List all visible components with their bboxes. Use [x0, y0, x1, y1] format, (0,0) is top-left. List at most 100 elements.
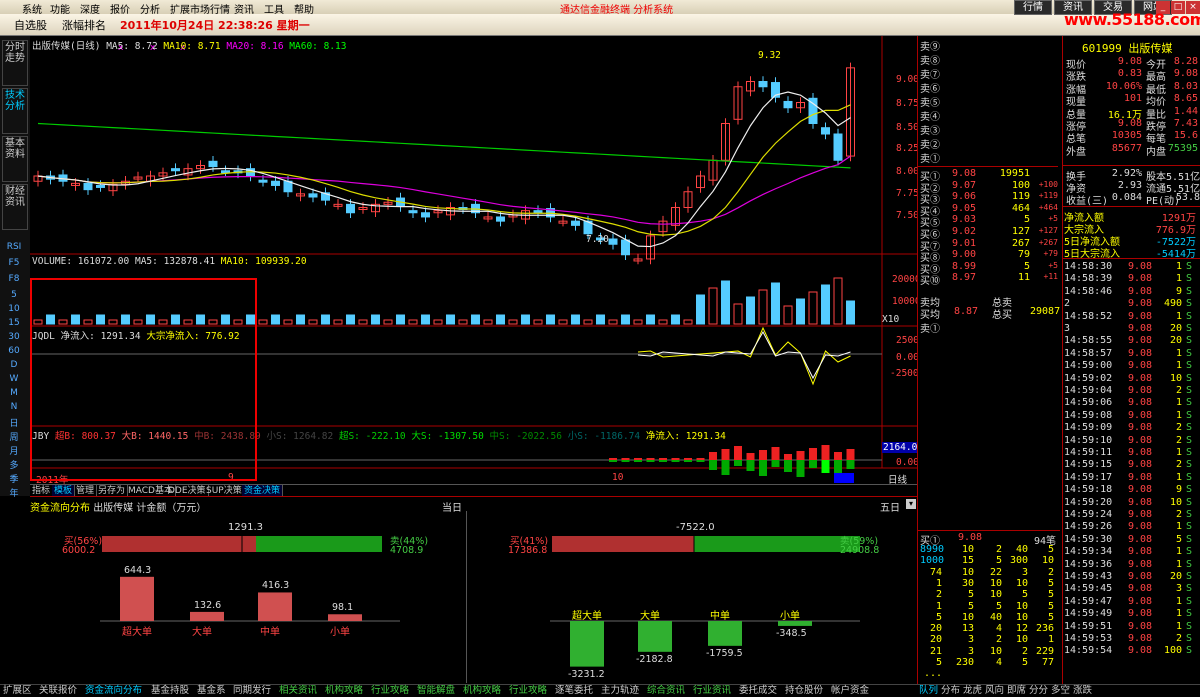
bottom-tab[interactable]: 同期发行	[232, 685, 278, 697]
queue-cell: 12	[1015, 623, 1028, 635]
jby-buy-bar	[809, 448, 817, 460]
period-icon[interactable]: 30	[2, 332, 26, 346]
jby-buy-bar	[709, 452, 717, 460]
queue-cell: 10	[961, 566, 974, 578]
jby-sell-bar	[659, 460, 667, 462]
right-tab[interactable]: 即席	[1006, 685, 1028, 697]
period-icon[interactable]: 周	[2, 430, 26, 444]
queue-cell: 30	[961, 577, 974, 589]
tick-time: 14:59:09	[1064, 422, 1113, 434]
period-icon[interactable]: 10	[2, 304, 26, 318]
period-icon[interactable]: RSI	[2, 242, 26, 256]
left-flow-label: 大单	[192, 627, 212, 638]
period-icon[interactable]: M	[2, 388, 26, 402]
period-icon[interactable]: 15	[2, 318, 26, 332]
tick-price: 9.08	[1128, 558, 1153, 570]
bottom-tab[interactable]: 委托成交	[738, 685, 784, 697]
bottom-tab[interactable]: 机构攻略	[462, 685, 508, 697]
bottom-tab[interactable]: 扩展区	[2, 685, 38, 697]
tick-price: 9.08	[1128, 335, 1153, 347]
right-tab[interactable]: 分布	[940, 685, 962, 697]
buy-price: 9.08	[952, 168, 977, 179]
tick-price: 9.08	[1128, 645, 1153, 657]
right-tab[interactable]: 队列	[918, 685, 940, 697]
bottom-tab[interactable]: 综合资讯	[646, 685, 692, 697]
sell-level: 卖②	[920, 140, 940, 151]
volume-bar	[746, 296, 755, 325]
ma60-legend: MA60: 8.13	[289, 41, 347, 52]
bottom-tab[interactable]: 机构攻略	[324, 685, 370, 697]
volume-bar	[308, 319, 318, 325]
sell-level: 卖⑥	[920, 84, 940, 95]
period-icon[interactable]: N	[2, 402, 26, 416]
tick-time: 14:59:04	[1064, 385, 1113, 396]
vtab-technical[interactable]: 技术分析	[2, 88, 28, 134]
total-value: 29087	[1030, 306, 1061, 317]
period-icon[interactable]: 月	[2, 444, 26, 458]
quote-value: 7.43	[1173, 118, 1198, 129]
left-flow-bar	[120, 576, 154, 621]
bottom-tab[interactable]: 智能解盘	[416, 685, 462, 697]
period-icon[interactable]: W	[2, 374, 26, 388]
tick-price: 9.08	[1128, 571, 1153, 582]
ma10-legend: MA10: 8.71	[163, 41, 221, 52]
right-tab[interactable]: 龙虎	[962, 685, 984, 697]
right-flow-label: 大单	[640, 611, 660, 622]
period-icon[interactable]: 60	[2, 346, 26, 360]
period-icon[interactable]: 多	[2, 458, 26, 472]
quote-value: 8.28	[1173, 56, 1198, 67]
right-tab[interactable]: 涨跌	[1072, 685, 1094, 697]
sell-level: 卖⑦	[920, 70, 940, 81]
volume-bar	[258, 319, 268, 325]
tick-side: S	[1186, 372, 1193, 384]
bottom-tab[interactable]: 资金流向分布	[84, 685, 150, 697]
bottom-tab[interactable]: 基金持股	[150, 685, 196, 697]
tick-volume: 2	[1175, 509, 1182, 520]
tick-time: 14:59:36	[1064, 558, 1113, 570]
period-icon[interactable]: D	[2, 360, 26, 374]
ma60-line	[37, 122, 851, 169]
period-icon[interactable]: 季	[2, 472, 26, 486]
tick-side: S	[1186, 533, 1193, 545]
vtab-intraday[interactable]: 分时走势	[2, 40, 28, 86]
period-icon[interactable]: F5	[2, 258, 26, 272]
bottom-tab[interactable]: 逐笔委托	[554, 685, 600, 697]
right-tab[interactable]: 分分	[1028, 685, 1050, 697]
bottom-tab[interactable]: 关联报价	[38, 685, 84, 697]
tick-volume: 1	[1175, 558, 1182, 570]
tick-time: 14:59:53	[1064, 633, 1113, 644]
right-tab[interactable]: 多空	[1050, 685, 1072, 697]
bottom-tab[interactable]: 主力轨迹	[600, 685, 646, 697]
tick-price: 9.08	[1128, 409, 1153, 421]
vtab-profile[interactable]: 基本资料	[2, 136, 28, 182]
bottom-tab[interactable]: 帐户资金	[830, 685, 876, 697]
left-flow-bar	[328, 614, 362, 621]
scroll-indicator[interactable]	[834, 473, 854, 483]
bottom-tab[interactable]: 行业资讯	[692, 685, 738, 697]
period-icon[interactable]: 日	[2, 416, 26, 430]
bottom-tab[interactable]: 行业攻略	[508, 685, 554, 697]
queue-cell: 1	[935, 600, 942, 612]
period-icon[interactable]: 年	[2, 486, 26, 500]
volume-bar	[683, 319, 693, 325]
bottom-tab[interactable]: 相关资讯	[278, 685, 324, 697]
bottom-tab[interactable]: 基金系	[196, 685, 232, 697]
period-icon[interactable]: 5	[2, 290, 26, 304]
jby-sell-bar	[684, 460, 692, 462]
queue-cell: 5	[1047, 589, 1054, 601]
sell-level: 卖⑤	[920, 98, 940, 109]
btn-market[interactable]: 行情	[1014, 0, 1052, 15]
tick-volume: 2	[1175, 459, 1182, 471]
vtab-finance-news[interactable]: 财经资讯	[2, 184, 28, 230]
bottom-tab[interactable]: 持仓股份	[784, 685, 830, 697]
tick-time: 14:58:30	[1064, 261, 1113, 272]
tab-watchlist[interactable]: 自选股	[14, 17, 47, 33]
tick-time: 14:59:10	[1064, 434, 1113, 446]
jby-sell-bar	[746, 460, 755, 471]
tick-side: S	[1186, 285, 1193, 297]
right-tab[interactable]: 风向	[984, 685, 1006, 697]
jqdl-tick: 2500	[896, 335, 919, 346]
bottom-tab[interactable]: 行业攻略	[370, 685, 416, 697]
period-icon[interactable]: F8	[2, 274, 26, 288]
tab-ranking[interactable]: 涨幅排名	[62, 17, 106, 33]
